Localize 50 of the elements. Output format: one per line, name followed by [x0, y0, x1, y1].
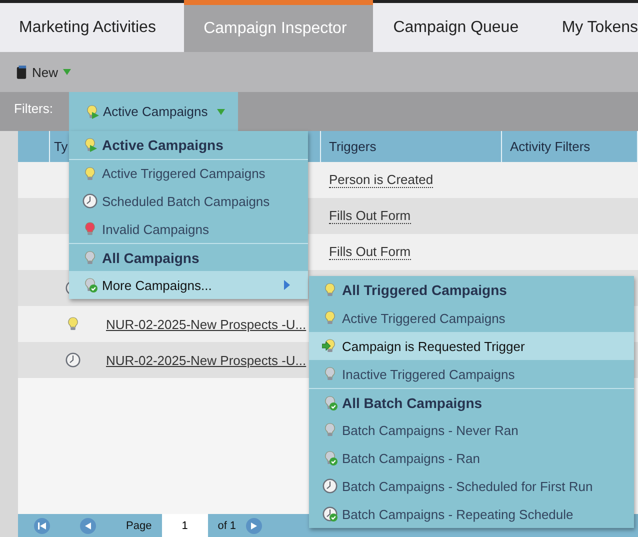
lightbulb-icon	[322, 422, 338, 438]
lightbulb-icon	[82, 250, 98, 266]
menu-item[interactable]: Invalid Campaigns	[69, 215, 308, 243]
new-button[interactable]: New	[14, 62, 74, 82]
campaign-link[interactable]: NUR-02-2025-New Prospects -U...	[106, 352, 306, 368]
menu-item[interactable]: Batch Campaigns - Scheduled for First Run	[309, 472, 634, 500]
book-icon	[16, 64, 27, 80]
caret-icon	[216, 108, 225, 114]
page-field[interactable]: 1	[162, 514, 208, 537]
clock-icon	[82, 193, 98, 209]
campaign-link[interactable]: NUR-02-2025-New Prospects -U...	[106, 316, 306, 332]
menu-item[interactable]: Batch Campaigns - Repeating Schedule	[309, 500, 634, 528]
filter-dropdown[interactable]: Active Campaigns	[69, 92, 238, 131]
page-count: of 1	[218, 520, 236, 532]
clock-icon	[322, 506, 338, 522]
next-page-icon[interactable]	[246, 518, 262, 534]
menu-item[interactable]: All Triggered Campaigns	[309, 276, 634, 304]
clock-icon	[65, 352, 81, 368]
first-page-icon[interactable]	[34, 518, 50, 534]
caret-icon	[63, 69, 72, 75]
lightbulb-icon	[65, 316, 81, 332]
menu-item[interactable]: Batch Campaigns - Ran	[309, 444, 634, 472]
lightbulb-icon	[322, 310, 338, 326]
caret-icon	[284, 280, 290, 290]
clock-icon	[322, 478, 338, 494]
lightbulb-icon	[322, 366, 338, 382]
lightbulb-icon	[322, 450, 338, 466]
lightbulb-icon	[322, 338, 338, 354]
trigger-link[interactable]: Fills Out Form	[329, 208, 411, 224]
menu-item[interactable]: Active Triggered Campaigns	[69, 159, 308, 187]
lightbulb-icon	[82, 166, 98, 182]
menu-item[interactable]: Inactive Triggered Campaigns	[309, 360, 634, 388]
page-label: Page	[126, 520, 152, 532]
lightbulb-icon	[82, 137, 98, 153]
menu-item[interactable]: Active Campaigns	[69, 131, 308, 159]
menu-item[interactable]: More Campaigns...	[69, 271, 308, 299]
menu-item[interactable]: Campaign is Requested Trigger	[309, 332, 634, 360]
menu-item[interactable]: Scheduled Batch Campaigns	[69, 187, 308, 215]
lightbulb-icon	[322, 394, 338, 410]
lightbulb-icon	[322, 282, 338, 298]
previous-page-icon[interactable]	[80, 518, 96, 534]
lightbulb-icon	[84, 104, 100, 120]
trigger-link[interactable]: Fills Out Form	[329, 244, 411, 260]
trigger-link[interactable]: Person is Created	[329, 172, 434, 188]
lightbulb-icon	[82, 221, 98, 237]
menu-item[interactable]: Active Triggered Campaigns	[309, 304, 634, 332]
menu-item[interactable]: All Batch Campaigns	[309, 388, 634, 416]
menu-item[interactable]: Batch Campaigns - Never Ran	[309, 416, 634, 444]
filters-label: Filters:	[13, 100, 54, 118]
lightbulb-icon	[82, 277, 98, 293]
